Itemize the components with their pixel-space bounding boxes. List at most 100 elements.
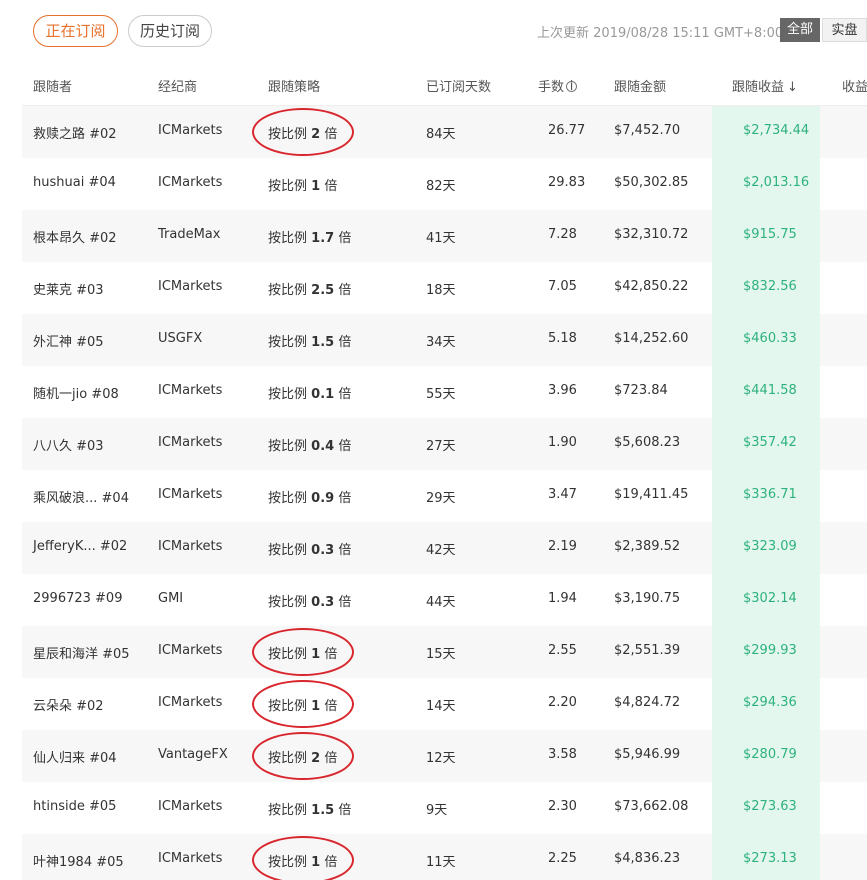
strategy-prefix: 按比例: [268, 491, 308, 506]
tab-history-subscriptions[interactable]: 历史订阅: [128, 15, 212, 47]
header-amount[interactable]: 跟随金额: [614, 76, 666, 95]
follow-amount: $19,411.45: [614, 487, 689, 502]
table-row[interactable]: hushuai #04 ICMarkets 按比例 1 倍 82天 29.83 …: [22, 158, 867, 210]
table-row[interactable]: 2996723 #09 GMI 按比例 0.3 倍 44天 1.94 $3,19…: [22, 574, 867, 626]
top-bar: 正在订阅 历史订阅 上次更新 2019/08/28 15:11 GMT+8:00…: [0, 0, 867, 62]
follow-profit: $323.09: [743, 539, 797, 554]
follow-amount: $42,850.22: [614, 279, 689, 294]
strategy-ratio: 1: [311, 699, 321, 714]
follow-amount: $73,662.08: [614, 799, 689, 814]
table-row[interactable]: 乘风破浪... #04 ICMarkets 按比例 0.9 倍 29天 3.47…: [22, 470, 867, 522]
strategy: 按比例 0.3 倍: [268, 591, 351, 610]
header-profit-label: 跟随收益: [732, 80, 785, 95]
subscribed-days: 18天: [426, 283, 456, 298]
broker-name: ICMarkets: [158, 539, 223, 554]
follower-name[interactable]: JefferyK... #02: [33, 539, 127, 554]
header-lots[interactable]: 手数 i: [538, 76, 578, 95]
subscribed-days: 44天: [426, 595, 456, 610]
strategy-suffix: 倍: [338, 803, 352, 818]
follow-amount: $14,252.60: [614, 331, 689, 346]
header-profit[interactable]: 跟随收益 ↓: [732, 76, 798, 95]
header-strategy[interactable]: 跟随策略: [268, 76, 320, 95]
strategy-suffix: 倍: [338, 543, 352, 558]
follow-profit: $441.58: [743, 383, 797, 398]
follow-amount: $723.84: [614, 383, 668, 398]
strategy-prefix: 按比例: [268, 803, 308, 818]
follow-profit: $832.56: [743, 279, 797, 294]
follower-name[interactable]: 2996723 #09: [33, 591, 122, 606]
strategy-suffix: 倍: [338, 283, 352, 298]
follower-name[interactable]: 星辰和海洋 #05: [33, 643, 130, 662]
strategy-prefix: 按比例: [268, 855, 308, 870]
table-row[interactable]: 叶神1984 #05 ICMarkets 按比例 1 倍 11天 2.25 $4…: [22, 834, 867, 880]
follower-name[interactable]: htinside #05: [33, 799, 116, 814]
follower-name[interactable]: 仙人归来 #04: [33, 747, 117, 766]
strategy-ratio: 1: [311, 179, 321, 194]
table-row[interactable]: 随机一jio #08 ICMarkets 按比例 0.1 倍 55天 3.96 …: [22, 366, 867, 418]
table-row[interactable]: JefferyK... #02 ICMarkets 按比例 0.3 倍 42天 …: [22, 522, 867, 574]
strategy-ratio: 0.9: [311, 491, 335, 506]
subscribed-days: 41天: [426, 231, 456, 246]
subscribed-days: 29天: [426, 491, 456, 506]
follower-name[interactable]: 外汇神 #05: [33, 331, 104, 350]
strategy: 按比例 0.3 倍: [268, 539, 351, 558]
follower-name[interactable]: 云朵朵 #02: [33, 695, 104, 714]
table-row[interactable]: 史莱克 #03 ICMarkets 按比例 2.5 倍 18天 7.05 $42…: [22, 262, 867, 314]
strategy: 按比例 0.1 倍: [268, 383, 351, 402]
follower-name[interactable]: hushuai #04: [33, 175, 116, 190]
header-rate[interactable]: 收益: [842, 76, 867, 95]
strategy: 按比例 1.7 倍: [268, 227, 351, 246]
follow-profit: $460.33: [743, 331, 797, 346]
follower-name[interactable]: 乘风破浪... #04: [33, 487, 129, 506]
strategy-prefix: 按比例: [268, 387, 308, 402]
header-days[interactable]: 已订阅天数: [426, 76, 491, 95]
follow-profit: $299.93: [743, 643, 797, 658]
header-broker[interactable]: 经纪商: [158, 76, 197, 95]
strategy-prefix: 按比例: [268, 335, 308, 350]
strategy-ratio: 0.4: [311, 439, 335, 454]
tab-current-subscriptions[interactable]: 正在订阅: [33, 15, 118, 47]
table-row[interactable]: 外汇神 #05 USGFX 按比例 1.5 倍 34天 5.18 $14,252…: [22, 314, 867, 366]
last-update-time: 2019/08/28 15:11 GMT+8:00: [593, 26, 784, 41]
table-row[interactable]: 八八久 #03 ICMarkets 按比例 0.4 倍 27天 1.90 $5,…: [22, 418, 867, 470]
follower-name[interactable]: 史莱克 #03: [33, 279, 104, 298]
lots: 1.90: [548, 435, 577, 450]
follower-name[interactable]: 八八久 #03: [33, 435, 104, 454]
strategy-suffix: 倍: [338, 335, 352, 350]
filter-all-button[interactable]: 全部: [780, 18, 820, 42]
follower-name[interactable]: 根本昂久 #02: [33, 227, 117, 246]
lots: 2.19: [548, 539, 577, 554]
sort-down-icon[interactable]: ↓: [787, 80, 798, 95]
lots: 7.28: [548, 227, 577, 242]
strategy-suffix: 倍: [324, 699, 338, 714]
strategy-ratio: 0.1: [311, 387, 335, 402]
lots: 3.47: [548, 487, 577, 502]
follower-name[interactable]: 随机一jio #08: [33, 383, 119, 402]
header-follower[interactable]: 跟随者: [33, 76, 72, 95]
broker-name: USGFX: [158, 331, 203, 346]
lots: 2.55: [548, 643, 577, 658]
strategy: 按比例 0.4 倍: [268, 435, 351, 454]
table-row[interactable]: 救赎之路 #02 ICMarkets 按比例 2 倍 84天 26.77 $7,…: [22, 106, 867, 158]
strategy-prefix: 按比例: [268, 283, 308, 298]
info-icon[interactable]: i: [566, 80, 578, 93]
strategy-ratio: 1.7: [311, 231, 335, 246]
table-row[interactable]: 云朵朵 #02 ICMarkets 按比例 1 倍 14天 2.20 $4,82…: [22, 678, 867, 730]
subscribed-days: 55天: [426, 387, 456, 402]
table-row[interactable]: 仙人归来 #04 VantageFX 按比例 2 倍 12天 3.58 $5,9…: [22, 730, 867, 782]
broker-name: VantageFX: [158, 747, 228, 762]
filter-real-button[interactable]: 实盘: [822, 18, 867, 42]
follower-name[interactable]: 救赎之路 #02: [33, 123, 117, 142]
table-row[interactable]: htinside #05 ICMarkets 按比例 1.5 倍 9天 2.30…: [22, 782, 867, 834]
strategy: 按比例 2 倍: [268, 747, 337, 766]
table-row[interactable]: 根本昂久 #02 TradeMax 按比例 1.7 倍 41天 7.28 $32…: [22, 210, 867, 262]
strategy-prefix: 按比例: [268, 179, 308, 194]
table-row[interactable]: 星辰和海洋 #05 ICMarkets 按比例 1 倍 15天 2.55 $2,…: [22, 626, 867, 678]
strategy-suffix: 倍: [324, 127, 338, 142]
broker-name: ICMarkets: [158, 851, 223, 866]
table-body: 救赎之路 #02 ICMarkets 按比例 2 倍 84天 26.77 $7,…: [22, 106, 867, 880]
follower-name[interactable]: 叶神1984 #05: [33, 851, 124, 870]
subscribed-days: 34天: [426, 335, 456, 350]
strategy: 按比例 1.5 倍: [268, 799, 351, 818]
follow-profit: $273.63: [743, 799, 797, 814]
